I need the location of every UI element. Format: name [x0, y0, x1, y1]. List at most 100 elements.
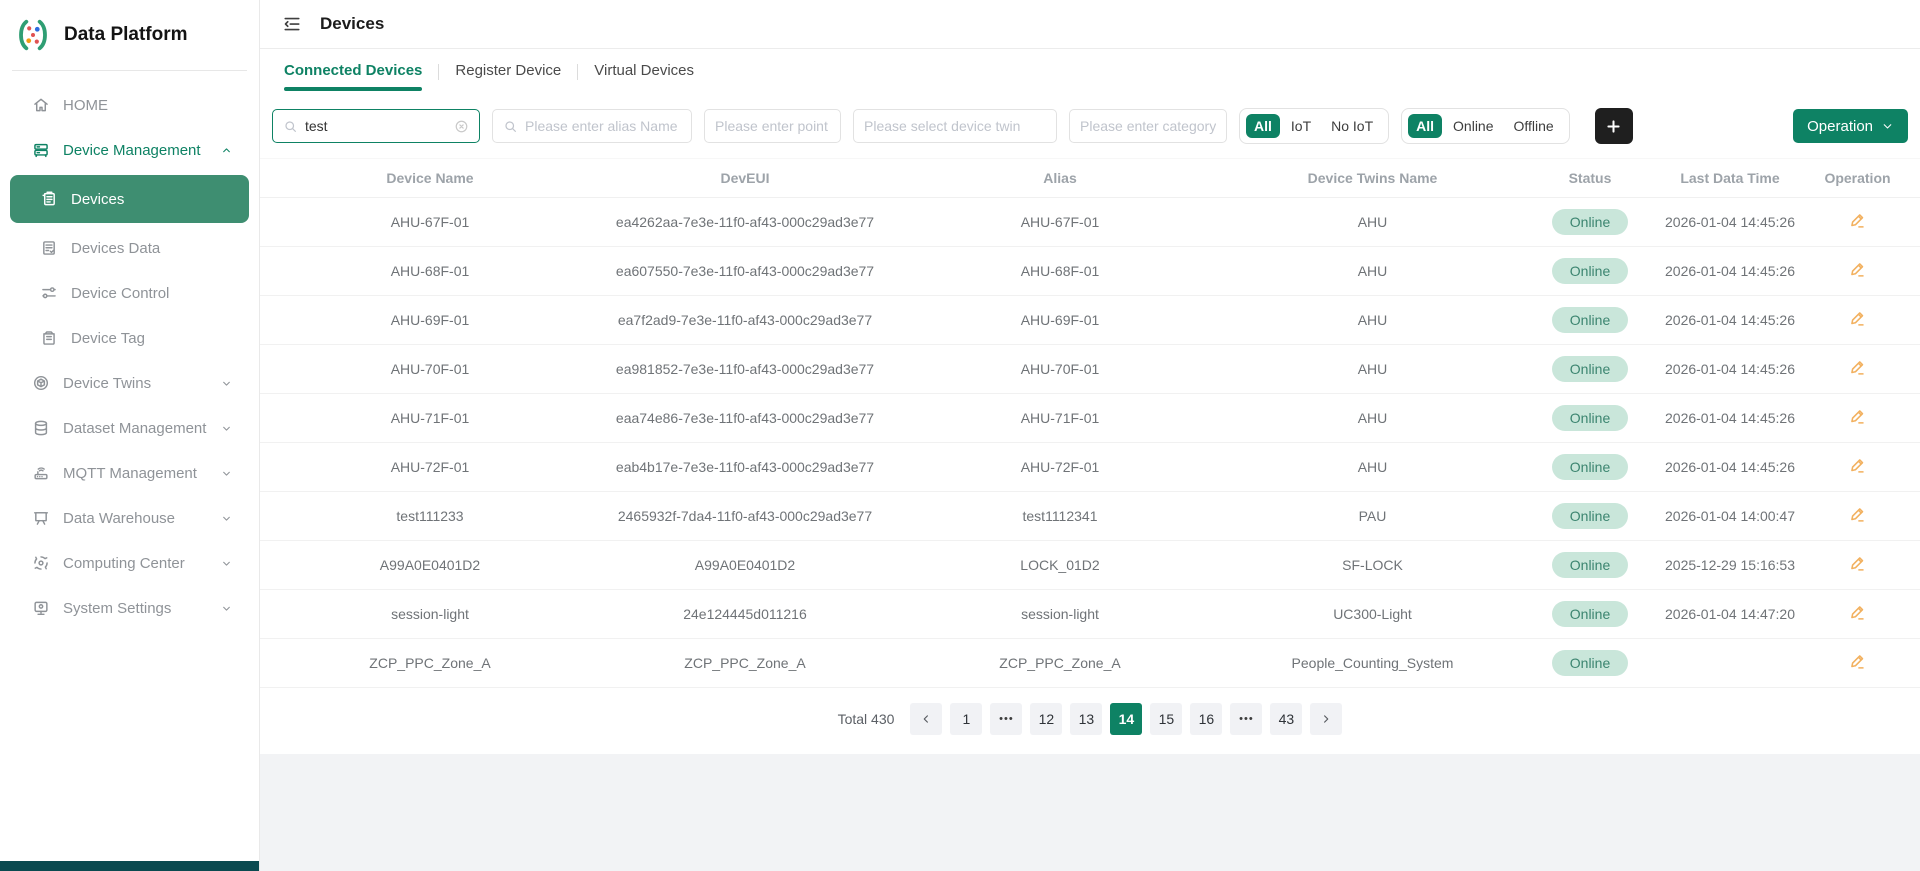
- alias-search-box: [492, 109, 692, 143]
- cell-device-name: test111233: [396, 508, 464, 524]
- cell-device-twins-name: AHU: [1357, 410, 1388, 426]
- edit-button[interactable]: [1848, 456, 1867, 475]
- sidebar-item-label: Devices Data: [71, 239, 161, 257]
- pagination-next[interactable]: [1310, 703, 1343, 735]
- sidebar-item-device-twins[interactable]: Device Twins: [10, 363, 249, 403]
- pagination-prev[interactable]: [910, 703, 943, 735]
- page-button-1[interactable]: 1: [950, 703, 983, 735]
- page-button-15[interactable]: 15: [1150, 703, 1183, 735]
- pagination-ellipsis[interactable]: •••: [1230, 703, 1263, 735]
- topbar: Devices: [260, 0, 1920, 49]
- iot-filter-option-iot[interactable]: IoT: [1282, 114, 1320, 138]
- page-button-13[interactable]: 13: [1070, 703, 1103, 735]
- cell-status: Online: [1525, 503, 1655, 529]
- status-filter-option-offline[interactable]: Offline: [1505, 114, 1563, 138]
- device-twin-select[interactable]: [864, 118, 1046, 134]
- tab-virtual-devices[interactable]: Virtual Devices: [594, 62, 694, 91]
- cell-device-twins-name: AHU: [1357, 361, 1388, 377]
- cell-status: Online: [1525, 405, 1655, 431]
- cell-device-name: AHU-70F-01: [390, 361, 470, 377]
- cell-device-name: ZCP_PPC_Zone_A: [369, 655, 491, 671]
- sidebar-item-label: HOME: [63, 96, 108, 114]
- cell-device-twins-name: UC300-Light: [1333, 606, 1412, 622]
- device-twins-icon: [32, 374, 50, 392]
- sidebar: Data Platform HOME Device Management Devic…: [0, 0, 260, 871]
- sidebar-item-device-management[interactable]: Device Management: [10, 130, 249, 170]
- edit-button[interactable]: [1848, 554, 1867, 573]
- status-badge: Online: [1552, 650, 1628, 676]
- sidebar-item-system-settings[interactable]: System Settings: [10, 588, 249, 628]
- app-logo-row: Data Platform: [0, 0, 259, 70]
- edit-button[interactable]: [1848, 407, 1867, 426]
- sidebar-item-computing-center[interactable]: Computing Center: [10, 543, 249, 583]
- cell-deveui: ea7f2ad9-7e3e-11f0-af43-000c29ad3e77: [617, 312, 873, 328]
- add-device-button[interactable]: [1594, 108, 1633, 144]
- arrow-left-icon: [919, 712, 933, 726]
- sidebar-item-devices-data[interactable]: Devices Data: [10, 228, 249, 268]
- app-title: Data Platform: [64, 24, 188, 45]
- column-header-deveui: DevEUI: [720, 170, 770, 186]
- sidebar-item-device-control[interactable]: Device Control: [10, 273, 249, 313]
- cell-status: Online: [1525, 454, 1655, 480]
- sidebar-item-mqtt-management[interactable]: MQTT Management: [10, 453, 249, 493]
- device-name-search-input[interactable]: [305, 118, 450, 134]
- sidebar-bottom-bar: [0, 861, 259, 871]
- sidebar-menu: HOME Device Management Devices Devices Data…: [0, 71, 259, 628]
- sidebar-item-dataset-management[interactable]: Dataset Management: [10, 408, 249, 448]
- page-button-14[interactable]: 14: [1110, 703, 1143, 735]
- table-row: A99A0E0401D2 A99A0E0401D2 LOCK_01D2 SF-LOCK…: [260, 541, 1920, 590]
- menu-fold-icon[interactable]: [282, 14, 302, 34]
- category-input[interactable]: [1080, 118, 1216, 134]
- chevron-up-icon: [220, 144, 233, 157]
- edit-button[interactable]: [1848, 211, 1867, 230]
- cell-deveui: ea607550-7e3e-11f0-af43-000c29ad3e77: [615, 263, 875, 279]
- edit-button[interactable]: [1848, 358, 1867, 377]
- tab-label: Virtual Devices: [594, 62, 695, 79]
- category-search-box: [1069, 109, 1227, 143]
- edit-button[interactable]: [1848, 603, 1867, 622]
- cell-device-name: AHU-68F-01: [390, 263, 470, 279]
- cell-deveui: ea981852-7e3e-11f0-af43-000c29ad3e77: [615, 361, 875, 377]
- sidebar-item-data-warehouse[interactable]: Data Warehouse: [10, 498, 249, 538]
- sidebar-item-device-tag[interactable]: Device Tag: [10, 318, 249, 358]
- edit-button[interactable]: [1848, 505, 1867, 524]
- edit-button[interactable]: [1848, 309, 1867, 328]
- device-management-icon: [32, 141, 50, 159]
- sidebar-item-label: System Settings: [63, 599, 172, 617]
- edit-button[interactable]: [1848, 652, 1867, 671]
- cell-last-data-time: 2026-01-04 14:47:20: [1665, 606, 1795, 622]
- cell-operation: [1805, 407, 1910, 429]
- tab-register-device[interactable]: Register Device: [455, 62, 561, 91]
- page-button-12[interactable]: 12: [1030, 703, 1063, 735]
- cell-status: Online: [1525, 307, 1655, 333]
- cell-operation: [1805, 652, 1910, 674]
- chevron-down-icon: [220, 602, 233, 615]
- cell-operation: [1805, 603, 1910, 625]
- status-filter-option-online[interactable]: Online: [1444, 114, 1502, 138]
- page-button-43[interactable]: 43: [1270, 703, 1303, 735]
- page-button-16[interactable]: 16: [1190, 703, 1223, 735]
- alias-input[interactable]: [525, 118, 681, 134]
- cell-deveui: ZCP_PPC_Zone_A: [684, 655, 806, 671]
- clear-icon[interactable]: [454, 119, 469, 134]
- sidebar-item-devices[interactable]: Devices: [10, 175, 249, 223]
- status-badge: Online: [1552, 307, 1628, 333]
- tab-separator: [577, 64, 579, 80]
- operation-button-label: Operation: [1807, 117, 1873, 135]
- tab-connected-devices[interactable]: Connected Devices: [284, 62, 423, 91]
- sidebar-item-label: Device Tag: [71, 329, 145, 347]
- cell-operation: [1805, 554, 1910, 576]
- operation-button[interactable]: Operation: [1793, 109, 1908, 143]
- cell-alias: AHU-70F-01: [1020, 361, 1100, 377]
- iot-filter-option-all[interactable]: All: [1246, 114, 1280, 138]
- edit-button[interactable]: [1848, 260, 1867, 279]
- cell-operation: [1805, 211, 1910, 233]
- status-filter-option-all[interactable]: All: [1408, 114, 1443, 138]
- pagination-ellipsis[interactable]: •••: [990, 703, 1023, 735]
- table-row: AHU-72F-01 eab4b17e-7e3e-11f0-af43-000c29…: [260, 443, 1920, 492]
- sidebar-item-home[interactable]: HOME: [10, 85, 249, 125]
- point-input[interactable]: [715, 118, 830, 134]
- main-area: Devices Connected Devices Register Devic…: [260, 0, 1920, 871]
- iot-filter-option-no-iot[interactable]: No IoT: [1322, 114, 1382, 138]
- column-header-device-name: Device Name: [386, 170, 474, 186]
